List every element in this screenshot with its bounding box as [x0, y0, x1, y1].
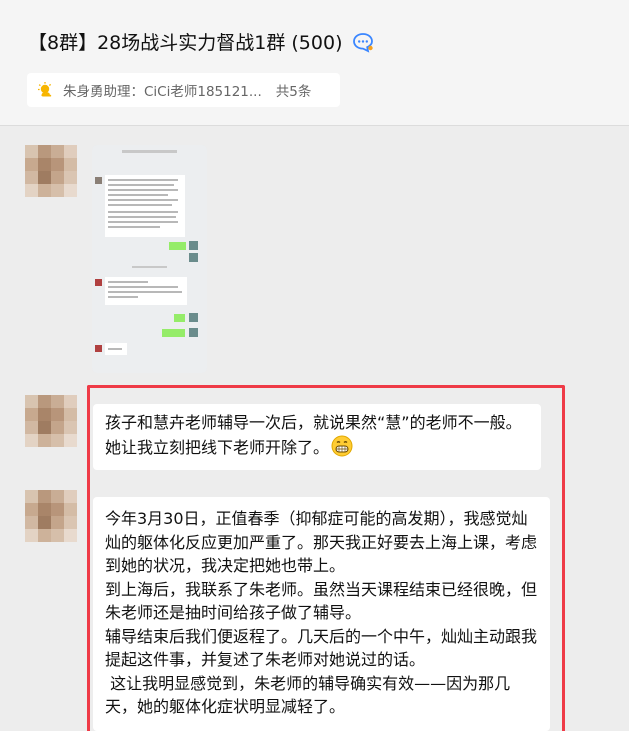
message-paragraph: 辅导结束后我们便返程了。几天后的一个中午，灿灿主动跟我提起这件事，并复述了朱老师… [105, 626, 538, 670]
sun-cloud-icon [37, 81, 55, 99]
notice-text: 朱身勇助理：CiCi老师185121... [63, 84, 262, 100]
group-notice-bar[interactable]: 朱身勇助理：CiCi老师185121... 共5条 [27, 73, 340, 107]
grinning-emoji-icon [331, 435, 353, 464]
message-paragraph: 今年3月30日，正值春季（抑郁症可能的高发期），我感觉灿灿的躯体化反应更加严重了… [105, 509, 538, 575]
message-paragraph: 到上海后，我联系了朱老师。虽然当天课程结束已经很晚，但朱老师还是抽时间给孩子做了… [105, 579, 538, 623]
chat-screenshot-thumbnail [92, 145, 207, 373]
chat-title[interactable]: 【8群】28场战斗实力督战1群 (500) [28, 28, 342, 55]
avatar[interactable] [25, 395, 77, 447]
chat-header: 【8群】28场战斗实力督战1群 (500) 朱身勇助理：CiCi老师185121… [0, 0, 629, 126]
message-bubble[interactable]: 孩子和慧卉老师辅导一次后，就说果然“慧”的老师不一般。她让我立刻把线下老师开除了… [93, 404, 541, 470]
chat-title-row: 【8群】28场战斗实力督战1群 (500) [28, 28, 374, 55]
message-paragraph: 这让我明显感觉到，朱老师的辅导确实有效——因为那几天，她的躯体化症状明显减轻了。 [105, 673, 511, 717]
notice-count: 共5条 [275, 84, 312, 100]
avatar[interactable] [25, 490, 77, 542]
screenshot-image-message[interactable] [92, 145, 207, 373]
message-bubble[interactable]: 今年3月30日，正值春季（抑郁症可能的高发期），我感觉灿灿的躯体化反应更加严重了… [93, 497, 550, 731]
message-text: 孩子和慧卉老师辅导一次后，就说果然“慧”的老师不一般。她让我立刻把线下老师开除了… [105, 413, 522, 457]
chat-bubble-icon[interactable] [352, 31, 374, 53]
avatar[interactable] [25, 145, 77, 197]
